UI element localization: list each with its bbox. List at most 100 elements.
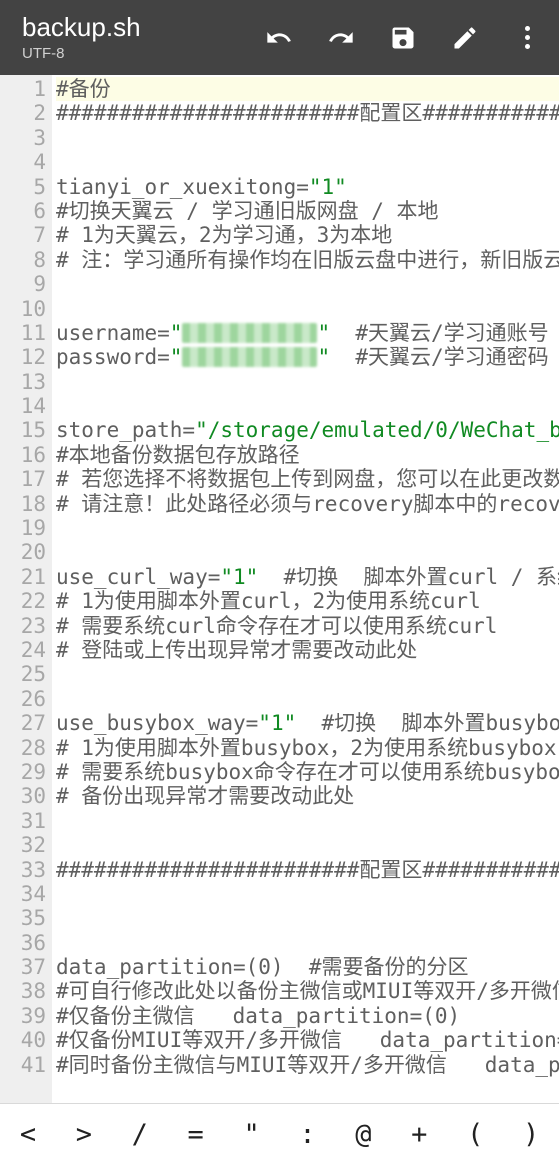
code-line[interactable] [56,394,559,418]
line-number: 20 [0,540,46,564]
code-line[interactable]: # 登陆或上传出现异常才需要改动此处 [56,638,559,662]
code-line[interactable]: #同时备份主微信与MIUI等双开/多开微信 data_partit [56,1053,559,1077]
code-line[interactable] [56,297,559,321]
symbol-key[interactable]: " [224,1107,280,1162]
code-line[interactable]: data_partition=(0) #需要备份的分区 [56,955,559,979]
code-line[interactable]: # 需要系统busybox命令存在才可以使用系统busybox [56,760,559,784]
code-line[interactable]: #备份 [56,77,559,101]
edit-icon[interactable] [451,24,479,52]
line-number: 25 [0,662,46,686]
line-number: 41 [0,1053,46,1077]
code-line[interactable]: ########################配置区#############… [56,858,559,882]
code-line[interactable]: #切换天翼云 / 学习通旧版网盘 / 本地 [56,199,559,223]
line-number: 6 [0,199,46,223]
code-line[interactable] [56,931,559,955]
symbol-key[interactable]: ( [447,1107,503,1162]
code-line[interactable] [56,540,559,564]
more-icon[interactable] [513,24,541,52]
code-line[interactable]: #本地备份数据包存放路径 [56,443,559,467]
code-line[interactable]: tianyi_or_xuexitong="1" [56,175,559,199]
line-number: 18 [0,492,46,516]
line-number: 30 [0,784,46,808]
symbol-key[interactable]: + [391,1107,447,1162]
symbol-key[interactable]: < [0,1107,56,1162]
line-number: 23 [0,614,46,638]
line-number: 21 [0,565,46,589]
symbol-key[interactable]: ) [503,1107,559,1162]
save-icon[interactable] [389,24,417,52]
line-number: 39 [0,1004,46,1028]
redacted-value [182,347,317,367]
toolbar-icons [265,24,547,52]
code-line[interactable]: #仅备份主微信 data_partition=(0) [56,1004,559,1028]
line-number: 33 [0,858,46,882]
code-line[interactable] [56,882,559,906]
encoding-label: UTF-8 [22,45,265,62]
line-number: 24 [0,638,46,662]
title-block: backup.sh UTF-8 [22,13,265,62]
code-line[interactable] [56,126,559,150]
code-line[interactable]: # 注：学习通所有操作均在旧版云盘中进行，新旧版云 [56,248,559,272]
line-number: 26 [0,687,46,711]
code-line[interactable] [56,687,559,711]
line-number: 22 [0,589,46,613]
line-number: 15 [0,418,46,442]
code-line[interactable] [56,370,559,394]
symbol-key[interactable]: : [280,1107,336,1162]
line-number: 32 [0,833,46,857]
line-number: 2 [0,101,46,125]
line-number: 35 [0,906,46,930]
symbol-key[interactable]: / [112,1107,168,1162]
line-number: 7 [0,223,46,247]
code-line[interactable] [56,906,559,930]
code-line[interactable]: #可自行修改此处以备份主微信或MIUI等双开/多开微信 [56,979,559,1003]
symbol-bar: <>/=":@+() [0,1103,559,1165]
code-area[interactable]: #备份########################配置区##########… [52,75,559,1103]
line-number: 34 [0,882,46,906]
line-number: 16 [0,443,46,467]
code-line[interactable]: # 1为天翼云，2为学习通，3为本地 [56,223,559,247]
symbol-key[interactable]: = [168,1107,224,1162]
code-line[interactable]: store_path="/storage/emulated/0/WeChat_b… [56,418,559,442]
code-line[interactable]: #仅备份MIUI等双开/多开微信 data_partition=(999) [56,1028,559,1052]
line-number: 12 [0,345,46,369]
symbol-key[interactable]: @ [335,1107,391,1162]
code-line[interactable]: username="" #天翼云/学习通账号 [56,321,559,345]
editor[interactable]: 1234567891011121314151617181920212223242… [0,75,559,1103]
code-line[interactable] [56,516,559,540]
code-line[interactable] [56,272,559,296]
line-number: 27 [0,711,46,735]
code-line[interactable]: # 1为使用脚本外置curl，2为使用系统curl [56,589,559,613]
code-line[interactable]: use_curl_way="1" #切换 脚本外置curl / 系统curl [56,565,559,589]
code-line[interactable]: # 需要系统curl命令存在才可以使用系统curl [56,614,559,638]
code-line[interactable]: # 请注意！此处路径必须与recovery脚本中的recovery [56,492,559,516]
line-number: 28 [0,736,46,760]
code-line[interactable] [56,809,559,833]
line-number-gutter: 1234567891011121314151617181920212223242… [0,75,52,1103]
file-title: backup.sh [22,13,265,43]
code-line[interactable]: password="" #天翼云/学习通密码 [56,345,559,369]
code-line[interactable]: # 若您选择不将数据包上传到网盘，您可以在此更改数 [56,467,559,491]
code-line[interactable]: # 1为使用脚本外置busybox，2为使用系统busybox [56,736,559,760]
symbol-key[interactable]: > [56,1107,112,1162]
line-number: 10 [0,297,46,321]
line-number: 1 [0,77,46,101]
line-number: 14 [0,394,46,418]
line-number: 4 [0,150,46,174]
code-line[interactable]: # 备份出现异常才需要改动此处 [56,784,559,808]
line-number: 38 [0,979,46,1003]
redacted-value [182,323,317,343]
line-number: 5 [0,175,46,199]
line-number: 9 [0,272,46,296]
toolbar: backup.sh UTF-8 [0,0,559,75]
code-line[interactable] [56,833,559,857]
code-line[interactable] [56,150,559,174]
code-line[interactable]: ########################配置区#############… [56,101,559,125]
undo-icon[interactable] [265,24,293,52]
line-number: 19 [0,516,46,540]
code-line[interactable] [56,662,559,686]
line-number: 36 [0,931,46,955]
redo-icon[interactable] [327,24,355,52]
code-line[interactable]: use_busybox_way="1" #切换 脚本外置busybox / 系统 [56,711,559,735]
line-number: 17 [0,467,46,491]
